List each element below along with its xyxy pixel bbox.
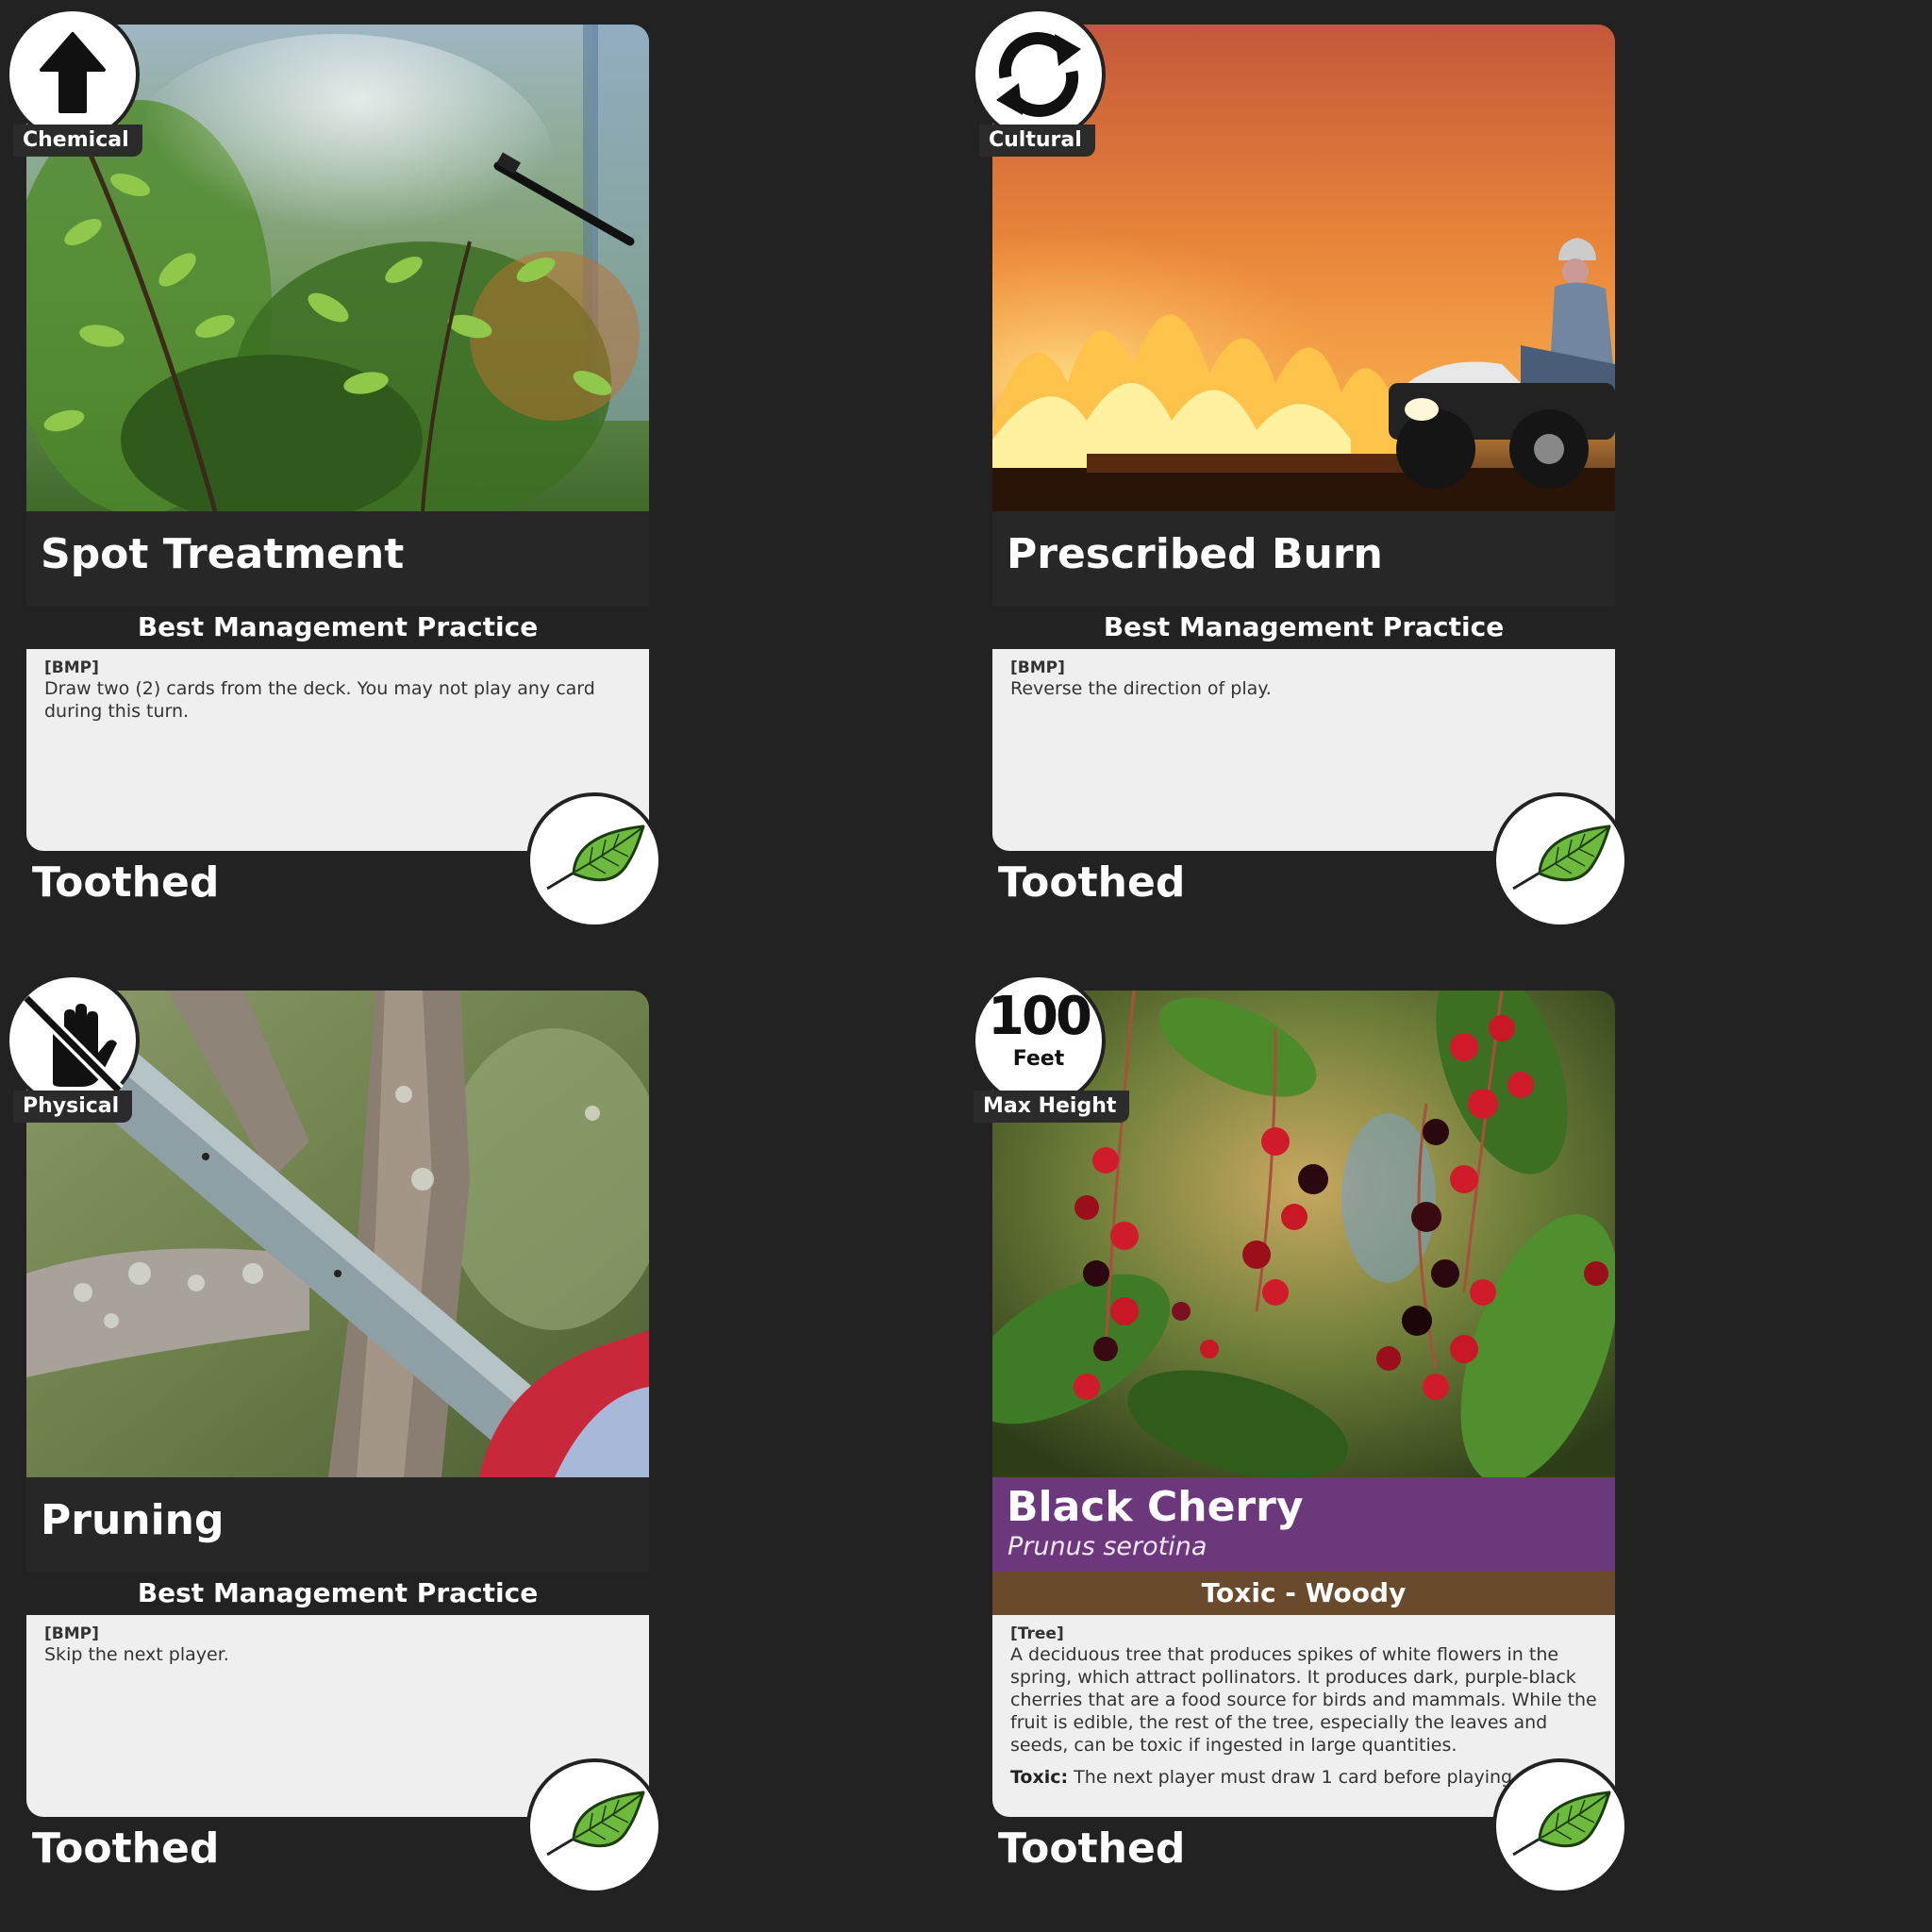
toothed-leaf-icon [530, 796, 658, 924]
card-title: Pruning [41, 1496, 225, 1544]
card-title: Black Cherry [1007, 1483, 1304, 1531]
card-description: Reverse the direction of play. [1010, 678, 1272, 699]
card-prescribed-burn[interactable]: Prescribed Burn Best Management Practice… [966, 0, 1626, 943]
leaf-type-label: Toothed [32, 858, 220, 907]
category-label: Chemical [13, 125, 142, 157]
card-pruning[interactable]: Pruning Best Management Practice [BMP] S… [0, 966, 660, 1909]
card-title: Spot Treatment [41, 530, 405, 578]
card-tag: [BMP] [1010, 658, 1065, 677]
card-spot-treatment[interactable]: Spot Treatment Best Management Practice … [0, 0, 660, 943]
card-description: A deciduous tree that produces spikes of… [1010, 1644, 1597, 1756]
card-description: Draw two (2) cards from the deck. You ma… [44, 678, 595, 722]
leaf-type-label: Toothed [998, 858, 1186, 907]
toothed-leaf-icon [1496, 796, 1624, 924]
card-tag: [Tree] [1010, 1624, 1064, 1643]
leaf-type-label: Toothed [32, 1824, 220, 1873]
card-type-label: Best Management Practice [137, 1577, 539, 1608]
card-description: Skip the next player. [44, 1644, 229, 1665]
leaf-type-label: Toothed [998, 1824, 1186, 1873]
category-badge [9, 11, 136, 138]
title-band: Black Cherry Prunus serotina [992, 1477, 1615, 1572]
card-tag: [BMP] [44, 1624, 99, 1643]
category-badge [9, 977, 136, 1104]
max-height-badge: 100 Feet [975, 977, 1102, 1104]
cycle-arrows-icon [996, 32, 1081, 117]
category-label: Physical [13, 1091, 133, 1123]
category-badge [975, 11, 1102, 138]
toothed-leaf-icon [530, 1762, 658, 1890]
card-tag: [BMP] [44, 658, 99, 677]
title-band: Spot Treatment [26, 511, 649, 606]
toxic-label: Toxic: [1010, 1767, 1069, 1788]
category-label: Cultural [979, 125, 1095, 157]
scientific-name: Prunus serotina [1008, 1532, 1208, 1561]
category-label: Max Height [974, 1091, 1130, 1123]
max-height-value: 100 [988, 986, 1092, 1047]
title-band: Pruning [26, 1477, 649, 1572]
card-type-label: Toxic - Woody [992, 1572, 1615, 1615]
arrow-up-icon [40, 32, 106, 113]
card-type-label: Best Management Practice [1103, 611, 1505, 642]
card-title: Prescribed Burn [1007, 530, 1383, 578]
toothed-leaf-icon [1496, 1762, 1624, 1890]
toxic-text: The next player must draw 1 card before … [1074, 1767, 1519, 1788]
max-height-unit: Feet [1012, 1047, 1065, 1071]
card-type-label: Best Management Practice [137, 611, 539, 642]
card-black-cherry[interactable]: Black Cherry Prunus serotina Toxic - Woo… [966, 966, 1626, 1909]
title-band: Prescribed Burn [992, 511, 1615, 606]
no-hand-icon [22, 993, 124, 1095]
